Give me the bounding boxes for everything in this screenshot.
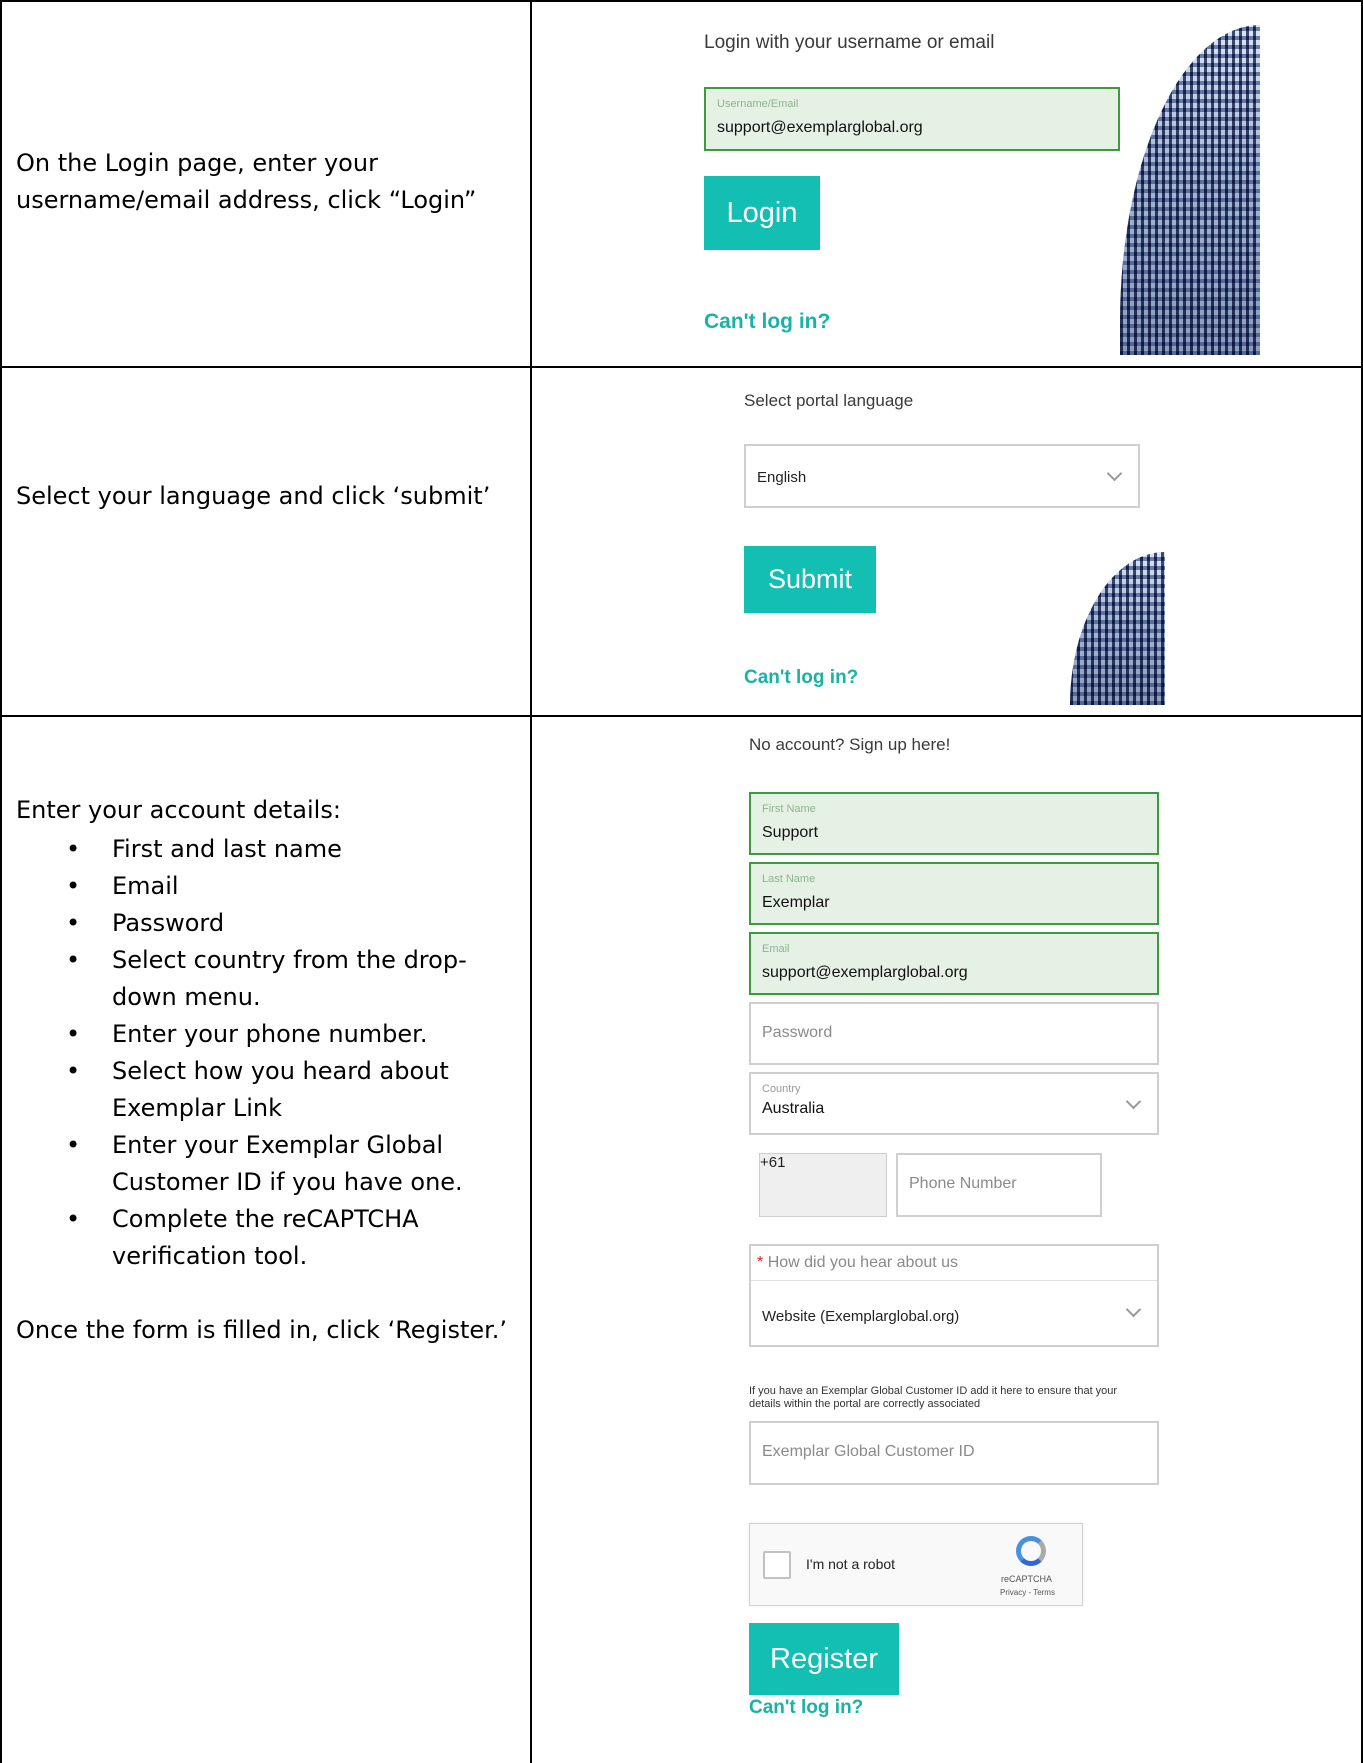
list-item: Complete the reCAPTCHA verification tool… xyxy=(16,1201,526,1275)
list-item: Select how you heard about Exemplar Link xyxy=(16,1053,526,1127)
list-item: Select country from the drop-down menu. xyxy=(16,942,526,1016)
login-screenshot: Login with your username or email Userna… xyxy=(690,10,1270,360)
country-value: Australia xyxy=(762,1100,825,1117)
city-building-image xyxy=(1120,25,1260,355)
chevron-down-icon xyxy=(1125,1301,1142,1318)
cant-login-link[interactable]: Can't log in? xyxy=(749,1697,863,1719)
account-details-list: First and last name Email Password Selec… xyxy=(16,831,526,1275)
customer-id-note: If you have an Exemplar Global Customer … xyxy=(749,1385,1118,1410)
first-name-value: Support xyxy=(762,824,819,841)
chevron-down-icon xyxy=(1106,465,1123,482)
heard-about-us-label: * How did you hear about us xyxy=(757,1254,958,1272)
login-heading: Login with your username or email xyxy=(704,32,995,53)
customer-id-field[interactable]: Exemplar Global Customer ID xyxy=(749,1421,1159,1485)
row3-outro: Once the form is filled in, click ‘Regis… xyxy=(16,1316,508,1344)
heard-divider xyxy=(751,1280,1157,1281)
row2-instruction: Select your language and click ‘submit’ xyxy=(16,482,491,510)
cant-login-link[interactable]: Can't log in? xyxy=(744,667,858,689)
login-button[interactable]: Login xyxy=(704,176,820,250)
column-divider xyxy=(530,0,532,1763)
recaptcha-checkbox[interactable] xyxy=(763,1551,791,1579)
first-name-field[interactable]: First Name Support xyxy=(749,792,1159,855)
required-marker: * xyxy=(757,1254,764,1271)
phone-number-placeholder: Phone Number xyxy=(909,1175,1017,1192)
first-name-label: First Name xyxy=(762,803,816,815)
username-email-value: support@exemplarglobal.org xyxy=(717,119,923,136)
recaptcha-terms-link[interactable]: Privacy - Terms xyxy=(1000,1588,1055,1597)
language-screenshot: Select portal language English Submit Ca… xyxy=(730,375,1180,715)
signup-heading: No account? Sign up here! xyxy=(749,735,951,754)
phone-code-value: +61 xyxy=(760,1154,786,1171)
city-building-image xyxy=(1070,552,1165,705)
email-label: Email xyxy=(762,943,790,955)
row1-instruction: On the Login page, enter your username/e… xyxy=(16,149,477,214)
row3-intro: Enter your account details: xyxy=(16,796,341,824)
password-field[interactable]: Password xyxy=(749,1002,1159,1065)
username-email-field[interactable]: Username/Email support@exemplarglobal.or… xyxy=(704,87,1120,151)
password-placeholder: Password xyxy=(762,1024,833,1041)
language-heading: Select portal language xyxy=(744,391,914,410)
table-border-top xyxy=(0,0,1363,2)
list-item: Enter your Exemplar Global Customer ID i… xyxy=(16,1127,526,1201)
last-name-field[interactable]: Last Name Exemplar xyxy=(749,862,1159,925)
country-label: Country xyxy=(762,1083,801,1095)
list-item: Enter your phone number. xyxy=(16,1016,526,1053)
recaptcha-label: I'm not a robot xyxy=(806,1556,896,1572)
row-divider-1 xyxy=(0,366,1363,368)
instruction-table: On the Login page, enter your username/e… xyxy=(0,0,1363,1763)
last-name-label: Last Name xyxy=(762,873,816,885)
table-border-left xyxy=(0,0,2,1763)
customer-id-placeholder: Exemplar Global Customer ID xyxy=(762,1443,975,1460)
register-button[interactable]: Register xyxy=(749,1623,899,1695)
heard-about-us-select[interactable]: * How did you hear about us Website (Exe… xyxy=(749,1244,1159,1347)
row3-instruction: Enter your account details: First and la… xyxy=(16,792,526,1349)
heard-about-us-value: Website (Exemplarglobal.org) xyxy=(762,1308,960,1325)
list-item: First and last name xyxy=(16,831,526,868)
list-item: Password xyxy=(16,905,526,942)
username-email-label: Username/Email xyxy=(717,98,799,110)
phone-number-field[interactable]: Phone Number xyxy=(896,1153,1102,1217)
email-value: support@exemplarglobal.org xyxy=(762,964,968,981)
language-selected-value: English xyxy=(757,469,807,486)
heard-about-us-label-text: How did you hear about us xyxy=(767,1254,959,1271)
chevron-down-icon xyxy=(1125,1093,1142,1110)
recaptcha-logo-icon xyxy=(1016,1536,1046,1566)
row-divider-2 xyxy=(0,715,1363,717)
recaptcha-brand: reCAPTCHA xyxy=(1001,1574,1053,1584)
recaptcha-widget: I'm not a robot reCAPTCHA Privacy - Term… xyxy=(749,1523,1083,1606)
last-name-value: Exemplar xyxy=(762,894,830,911)
language-select[interactable]: English xyxy=(744,444,1140,508)
email-field[interactable]: Email support@exemplarglobal.org xyxy=(749,932,1159,995)
submit-button[interactable]: Submit xyxy=(744,546,876,613)
signup-screenshot: No account? Sign up here! First Name Sup… xyxy=(735,725,1235,1755)
cant-login-link[interactable]: Can't log in? xyxy=(704,310,830,334)
list-item: Email xyxy=(16,868,526,905)
phone-country-code: +61 xyxy=(759,1153,887,1217)
country-select[interactable]: Country Australia xyxy=(749,1072,1159,1135)
